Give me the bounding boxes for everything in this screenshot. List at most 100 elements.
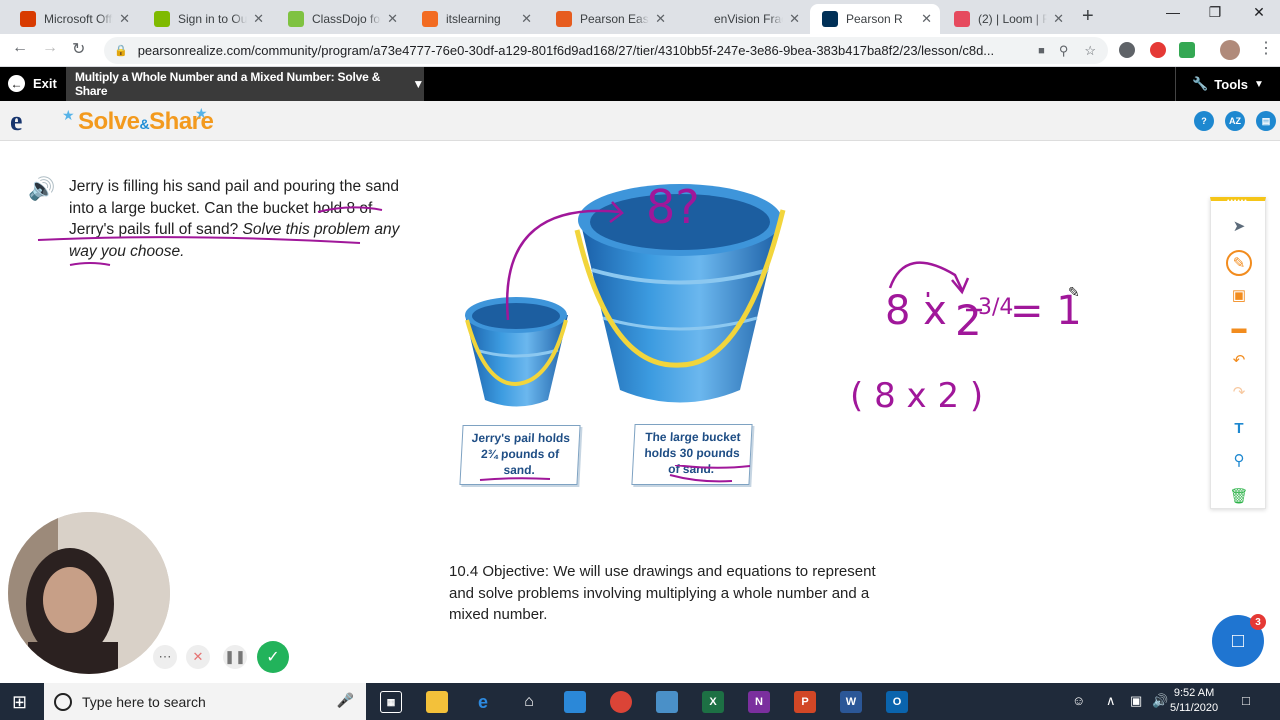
browser-tab[interactable]: enVision Fract ✕ bbox=[678, 4, 808, 34]
pen-icon[interactable]: ✎ bbox=[1226, 250, 1252, 276]
tab-close-icon[interactable]: ✕ bbox=[253, 11, 264, 27]
tab-close-icon[interactable]: ✕ bbox=[387, 11, 398, 27]
itslearning-icon bbox=[422, 11, 438, 27]
pointer-icon[interactable]: ➤ bbox=[1226, 213, 1252, 239]
browser-tab-strip: Microsoft Offi ✕ Sign in to Outl ✕ ClassDojo… bbox=[0, 0, 1280, 34]
search-placeholder: Type here to search bbox=[82, 693, 206, 710]
webcam-bubble[interactable] bbox=[8, 512, 170, 674]
text-tool-icon[interactable]: T bbox=[1226, 415, 1252, 441]
remote-desktop-icon[interactable] bbox=[656, 691, 678, 713]
tab-title: enVision Fract bbox=[714, 12, 784, 26]
tools-button[interactable]: 🔧 Tools ▼ bbox=[1175, 67, 1280, 101]
people-icon[interactable]: ☺ bbox=[1072, 693, 1085, 708]
browser-toolbar: ← → ↻ 🔒 pearsonrealize.com/community/pro… bbox=[0, 34, 1280, 67]
address-bar[interactable]: 🔒 pearsonrealize.com/community/program/a… bbox=[104, 37, 1108, 64]
camera-icon[interactable]: ■ bbox=[1038, 45, 1045, 57]
lock-icon: 🔒 bbox=[114, 45, 128, 57]
activity-header: e ★ Solve&Share ★ ? AZ ▤ bbox=[0, 101, 1280, 141]
tab-close-icon[interactable]: ✕ bbox=[655, 11, 666, 27]
browser-tab[interactable]: Pearson R ✕ bbox=[810, 4, 940, 34]
new-tab-button[interactable]: + bbox=[1082, 5, 1094, 28]
edge-icon[interactable]: e bbox=[472, 691, 494, 713]
cancel-recording-icon[interactable]: ✕ bbox=[186, 645, 210, 669]
redo-icon[interactable]: ↷ bbox=[1226, 379, 1252, 405]
browser-tab[interactable]: (2) | Loom | Fre ✕ bbox=[942, 4, 1072, 34]
browser-tab[interactable]: ClassDojo for T ✕ bbox=[276, 4, 406, 34]
pen-cursor-icon: ✎ bbox=[1068, 284, 1080, 300]
onenote-icon[interactable]: N bbox=[748, 691, 770, 713]
browser-tab[interactable]: Sign in to Outl ✕ bbox=[142, 4, 272, 34]
system-clock[interactable]: 9:52 AM 5/11/2020 bbox=[1170, 686, 1218, 716]
outlook-icon[interactable]: O bbox=[886, 691, 908, 713]
reload-icon[interactable]: ↻ bbox=[72, 39, 85, 59]
back-icon[interactable]: ← bbox=[12, 39, 28, 57]
store-icon[interactable] bbox=[564, 691, 586, 713]
tray-chevron-icon[interactable]: ∧ bbox=[1106, 693, 1116, 709]
pause-recording-icon[interactable]: ❚❚ bbox=[223, 645, 247, 669]
zoom-icon[interactable]: ⚲ bbox=[1059, 43, 1069, 59]
browser-tab[interactable]: Pearson EasyB ✕ bbox=[544, 4, 674, 34]
tab-title: itslearning bbox=[446, 12, 501, 26]
question-annotation: 8? bbox=[646, 180, 700, 234]
taskbar-search[interactable]: Type here to search 🎤 bbox=[44, 683, 366, 720]
browser-tab[interactable]: Microsoft Offi ✕ bbox=[8, 4, 138, 34]
undo-icon[interactable]: ↶ bbox=[1226, 347, 1252, 373]
small-bucket bbox=[465, 297, 568, 407]
task-view-icon[interactable]: ▦ bbox=[380, 691, 402, 713]
back-arrow-icon: ← bbox=[8, 75, 25, 92]
drag-handle[interactable]: •••••• bbox=[1227, 198, 1248, 205]
chat-badge: 3 bbox=[1250, 614, 1266, 630]
a-z-icon[interactable]: AZ bbox=[1225, 111, 1245, 131]
notification-icon[interactable]: □ bbox=[1242, 693, 1250, 708]
print-icon[interactable]: ▤ bbox=[1256, 111, 1276, 131]
close-window-icon[interactable]: ✕ bbox=[1236, 4, 1280, 21]
wrench-icon: 🔧 bbox=[1192, 76, 1209, 91]
profile-avatar[interactable] bbox=[1220, 40, 1240, 60]
windows-start-icon[interactable]: ⊞ bbox=[12, 692, 27, 713]
tab-close-icon[interactable]: ✕ bbox=[521, 11, 532, 27]
maximize-icon[interactable]: ❐ bbox=[1192, 4, 1238, 21]
tab-title: Pearson EasyB bbox=[580, 12, 649, 26]
excel-icon[interactable]: X bbox=[702, 691, 724, 713]
extension-icon[interactable] bbox=[1119, 42, 1135, 58]
tab-close-icon[interactable]: ✕ bbox=[119, 11, 130, 27]
office-icon bbox=[20, 11, 36, 27]
more-options-icon[interactable]: ⋯ bbox=[153, 645, 177, 669]
equation-line-2: ( 8 x 2 ) bbox=[850, 376, 984, 416]
tab-close-icon[interactable]: ✕ bbox=[789, 11, 800, 27]
volume-icon[interactable]: 🔊 bbox=[1152, 693, 1168, 709]
caret-down-icon: ▼ bbox=[412, 77, 424, 91]
caret-down-icon: ▼ bbox=[1253, 78, 1264, 90]
equation-part-a: 8 x bbox=[885, 288, 947, 334]
solve-share-logo: Solve&Share bbox=[78, 108, 214, 135]
loom-extension-icon[interactable] bbox=[1150, 42, 1166, 58]
tab-close-icon[interactable]: ✕ bbox=[921, 11, 932, 27]
trash-icon[interactable]: 🗑 bbox=[1226, 483, 1252, 509]
star-icon: ★ bbox=[62, 107, 75, 123]
tab-title: (2) | Loom | Fre bbox=[978, 12, 1048, 26]
zoom-tool-icon[interactable]: ⚲ bbox=[1226, 447, 1252, 473]
highlighter-icon[interactable]: ▣ bbox=[1226, 282, 1252, 308]
forward-icon[interactable]: → bbox=[42, 39, 58, 57]
tab-close-icon[interactable]: ✕ bbox=[1053, 11, 1064, 27]
menu-dots-icon[interactable]: ⋮ bbox=[1258, 38, 1274, 58]
eraser-icon[interactable]: ▬ bbox=[1226, 315, 1252, 341]
file-explorer-icon[interactable] bbox=[426, 691, 448, 713]
chrome-icon[interactable] bbox=[610, 691, 632, 713]
extension-green-icon[interactable] bbox=[1179, 42, 1195, 58]
powerpoint-icon[interactable]: P bbox=[794, 691, 816, 713]
microphone-icon[interactable]: 🎤 bbox=[337, 692, 354, 709]
home-icon[interactable]: ⌂ bbox=[518, 691, 540, 713]
glossary-icon[interactable]: ? bbox=[1194, 111, 1214, 131]
finish-recording-icon[interactable]: ✓ bbox=[257, 641, 289, 673]
loom-icon bbox=[954, 11, 970, 27]
bookmark-star-icon[interactable]: ☆ bbox=[1084, 43, 1096, 59]
tab-title: Pearson R bbox=[846, 12, 903, 26]
tab-title: Microsoft Offi bbox=[44, 12, 114, 26]
minimize-icon[interactable]: — bbox=[1150, 4, 1196, 20]
browser-tab[interactable]: itslearning ✕ bbox=[410, 4, 540, 34]
exit-button[interactable]: ← Exit bbox=[8, 75, 57, 92]
word-icon[interactable]: W bbox=[840, 691, 862, 713]
lesson-dropdown[interactable]: Multiply a Whole Number and a Mixed Numb… bbox=[66, 67, 424, 101]
network-icon[interactable]: ▣ bbox=[1130, 693, 1142, 709]
